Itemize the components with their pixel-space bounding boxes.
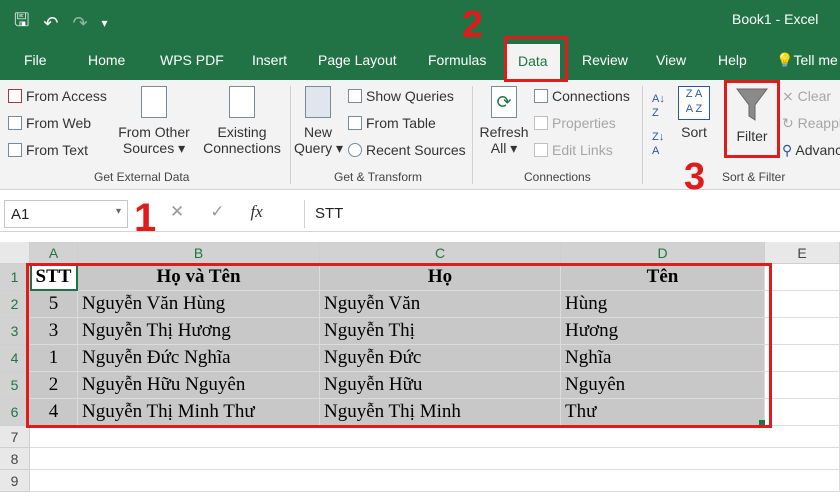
window-title: Book1 - Excel <box>732 11 819 27</box>
advanced-filter-button[interactable]: ⚲ Advanced <box>782 142 840 159</box>
column-header-a[interactable]: A <box>30 242 78 264</box>
formula-bar: A1 ▾ ✕ ✓ fx STT <box>0 196 840 232</box>
from-web-button[interactable]: From Web <box>8 115 91 131</box>
from-table-button[interactable]: From Table <box>348 115 436 131</box>
sort-button[interactable]: Z AA Z Sort <box>676 86 712 140</box>
tab-wps-pdf[interactable]: WPS PDF <box>160 52 224 68</box>
tab-page-layout[interactable]: Page Layout <box>318 52 397 68</box>
formula-buttons: ✕ ✓ fx <box>170 202 263 222</box>
column-header-e[interactable]: E <box>765 242 840 264</box>
sort-ascending-icon: A↓ Z <box>652 93 665 119</box>
table-icon <box>348 89 362 103</box>
from-other-sources-button[interactable]: From Other Sources ▾ <box>116 86 192 157</box>
sort-az-button[interactable]: A↓ Z <box>652 92 665 120</box>
tell-me-search[interactable]: 💡Tell me <box>776 52 838 69</box>
enter-icon[interactable]: ✓ <box>210 202 224 222</box>
column-header-b[interactable]: B <box>78 242 320 264</box>
web-icon <box>8 116 22 130</box>
title-bar: 🖫 ↶ ↷ ▾ Book1 - Excel <box>0 0 840 40</box>
group-sort-filter: Sort & Filter <box>722 170 786 184</box>
new-query-button[interactable]: New Query ▾ <box>294 86 343 157</box>
edit-links-icon <box>534 143 548 157</box>
row-header-9[interactable]: 9 <box>0 470 30 492</box>
redo-icon[interactable]: ↷ <box>72 13 87 34</box>
step-1-label: 1 <box>134 196 157 240</box>
clear-filter-button[interactable]: ⨯ Clear <box>782 88 831 105</box>
lightbulb-icon: 💡 <box>776 52 794 68</box>
column-header-c[interactable]: C <box>320 242 561 264</box>
ribbon: From Access From Web From Text From Othe… <box>0 80 840 190</box>
ribbon-tabs: File Home WPS PDF Insert Page Layout For… <box>0 40 840 80</box>
cell-e1[interactable] <box>765 264 840 291</box>
table-row-cell[interactable] <box>765 345 840 372</box>
refresh-all-button[interactable]: ⟳ Refresh All ▾ <box>478 86 530 157</box>
formula-input[interactable]: STT <box>304 200 836 228</box>
access-icon <box>8 89 22 103</box>
row-header-7[interactable]: 7 <box>0 426 30 448</box>
name-box[interactable]: A1 ▾ <box>4 200 128 228</box>
step-2-label: 2 <box>462 4 484 46</box>
grid-icon <box>348 116 362 130</box>
show-queries-button[interactable]: Show Queries <box>348 88 454 104</box>
customize-qat-icon[interactable]: ▾ <box>102 16 108 30</box>
tab-formulas[interactable]: Formulas <box>428 52 486 68</box>
highlight-data-tab <box>504 36 568 82</box>
tab-file[interactable]: File <box>24 52 47 68</box>
properties-icon <box>534 116 548 130</box>
group-get-transform: Get & Transform <box>334 170 423 184</box>
column-header-d[interactable]: D <box>561 242 765 264</box>
edit-links-button[interactable]: Edit Links <box>534 142 613 158</box>
save-icon[interactable]: 🖫 <box>14 8 29 38</box>
tab-insert[interactable]: Insert <box>252 52 287 68</box>
insert-function-icon[interactable]: fx <box>251 202 263 222</box>
empty-row[interactable] <box>30 470 840 492</box>
connections-button[interactable]: Connections <box>534 88 630 104</box>
table-row-cell[interactable] <box>765 399 840 426</box>
advanced-filter-icon: ⚲ <box>782 142 793 158</box>
table-row-cell[interactable] <box>765 318 840 345</box>
tab-home[interactable]: Home <box>88 52 125 68</box>
table-row-cell[interactable] <box>765 291 840 318</box>
table-row-cell[interactable] <box>765 372 840 399</box>
cancel-icon[interactable]: ✕ <box>170 202 184 222</box>
connections-icon <box>534 89 548 103</box>
refresh-icon: ⟳ <box>491 86 517 118</box>
clear-filter-icon: ⨯ <box>782 88 794 104</box>
from-text-button[interactable]: From Text <box>8 142 88 158</box>
undo-icon[interactable]: ↶ <box>43 13 58 34</box>
group-get-external-data: Get External Data <box>94 170 190 184</box>
select-all-corner[interactable] <box>0 242 30 264</box>
reapply-filter-button[interactable]: ↻ Reapply <box>782 115 840 132</box>
row-header-8[interactable]: 8 <box>0 448 30 470</box>
tab-review[interactable]: Review <box>582 52 628 68</box>
clock-icon <box>348 143 362 157</box>
chevron-down-icon: ▾ <box>115 206 121 217</box>
database-icon <box>141 86 167 118</box>
sort-descending-icon: Z↓ A <box>652 131 665 157</box>
highlight-data-range <box>26 263 772 428</box>
existing-connections-icon <box>229 86 255 118</box>
sort-za-button[interactable]: Z↓ A <box>652 130 664 158</box>
empty-row[interactable] <box>30 448 840 470</box>
tab-view[interactable]: View <box>656 52 686 68</box>
recent-sources-button[interactable]: Recent Sources <box>348 142 466 158</box>
sort-icon: Z AA Z <box>678 86 710 120</box>
existing-connections-button[interactable]: Existing Connections <box>202 86 282 156</box>
tab-help[interactable]: Help <box>718 52 747 68</box>
new-query-icon <box>305 86 331 118</box>
reapply-icon: ↻ <box>782 115 794 131</box>
from-access-button[interactable]: From Access <box>8 88 107 104</box>
text-file-icon <box>8 143 22 157</box>
properties-button[interactable]: Properties <box>534 115 616 131</box>
quick-access-toolbar: 🖫 ↶ ↷ ▾ <box>14 8 108 38</box>
step-3-label: 3 <box>684 156 706 198</box>
empty-row[interactable] <box>30 426 840 448</box>
highlight-filter-button <box>724 80 780 158</box>
group-connections: Connections <box>524 170 591 184</box>
